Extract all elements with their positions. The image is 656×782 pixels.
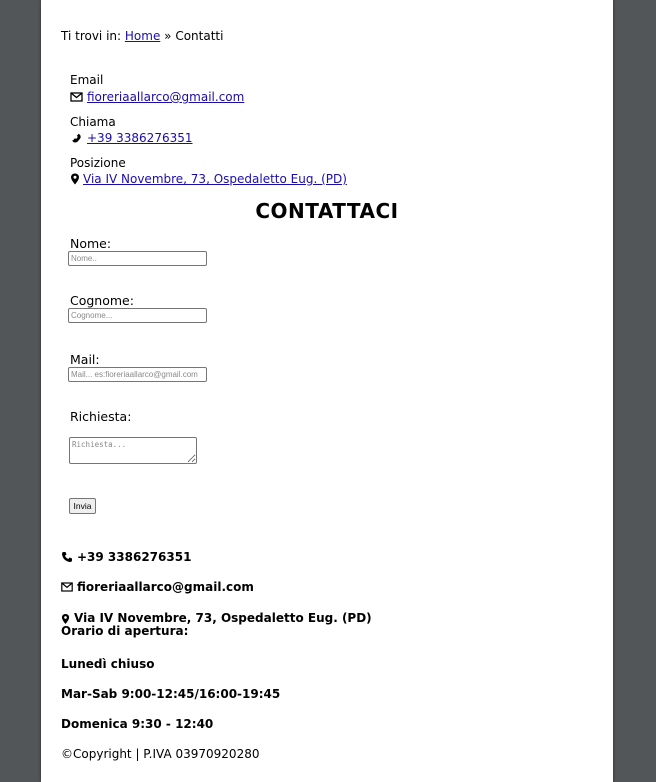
footer-hours-title: Orario di apertura: [61,624,189,638]
breadcrumb-prefix: Ti trovi in: [61,29,122,43]
breadcrumb-home-link[interactable]: Home [125,29,160,43]
footer-sunday: Domenica 9:30 - 12:40 [61,717,214,731]
email-label: Email [70,73,104,87]
location-label: Posizione [70,156,126,170]
submit-button[interactable]: Invia [69,498,96,514]
footer-phone-text: +39 3386276351 [77,550,192,564]
copyright: ©Copyright | P.IVA 03970920280 [61,747,260,761]
map-pin-icon [61,613,70,624]
footer-monday: Lunedì chiuso [61,657,155,671]
location-link[interactable]: Via IV Novembre, 73, Ospedaletto Eug. (P… [83,172,347,186]
name-input[interactable] [68,251,207,266]
phone-row: +39 3386276351 [70,131,193,145]
email-row: fioreriaallarco@gmail.com [70,90,244,104]
footer-email-text: fioreriaallarco@gmail.com [77,580,254,594]
mail-label: Mail: [70,352,100,367]
phone-label: Chiama [70,115,116,129]
surname-input[interactable] [68,308,207,323]
envelope-icon [61,582,73,592]
envelope-icon [70,92,83,102]
mail-input[interactable] [68,367,207,382]
breadcrumb-current: Contatti [175,29,224,43]
email-link[interactable]: fioreriaallarco@gmail.com [87,90,244,104]
phone-link[interactable]: +39 3386276351 [87,131,193,145]
phone-icon [72,133,81,143]
map-pin-icon [71,173,79,185]
name-label: Nome: [70,236,112,251]
location-row: Via IV Novembre, 73, Ospedaletto Eug. (P… [70,172,347,186]
breadcrumb-separator: » [164,29,172,43]
surname-label: Cognome: [70,293,134,308]
request-label: Richiesta: [70,409,132,424]
phone-icon [62,552,72,562]
pdf-page: Ti trovi in: Home » Contatti Email fiore… [41,0,613,782]
request-textarea[interactable] [69,437,197,464]
breadcrumb: Ti trovi in: Home » Contatti [61,29,223,43]
footer-email: fioreriaallarco@gmail.com [61,580,254,594]
footer-tue-sat: Mar-Sab 9:00-12:45/16:00-19:45 [61,687,281,701]
contact-form-title: CONTATTACI [255,199,399,223]
footer-phone: +39 3386276351 [61,550,191,564]
